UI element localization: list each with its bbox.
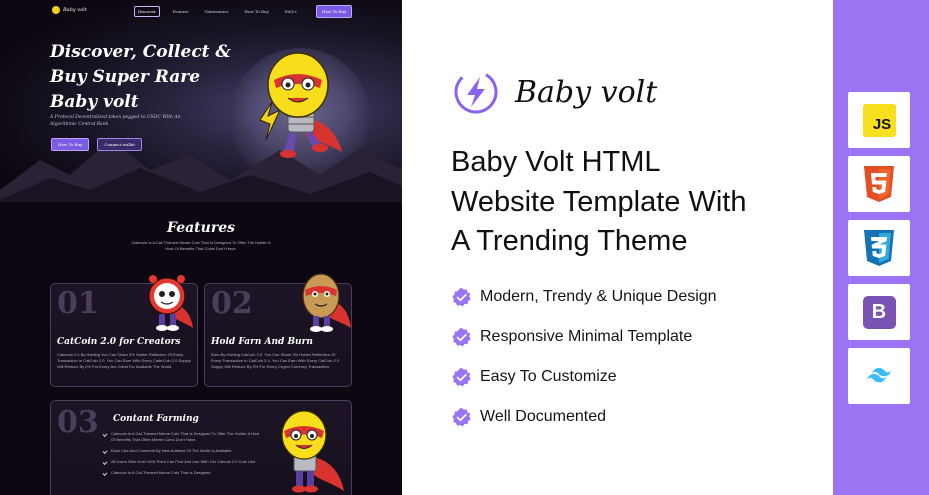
bulb-mascot-illustration [281,410,344,493]
feature-card-3: 03 Contant Farming Catecoin Is A Cat-The… [50,400,352,495]
card-title: Contant Farming [113,414,199,424]
preview-navbar: Baby volt Discover Feature Tokenomics Ho… [0,4,402,20]
features-description: Catecoin Is A Cat-Themed Meme Coin That … [131,240,271,251]
list-item: Each Like And Comment By New Address Of … [103,448,263,454]
list-item: Well Documented [451,405,717,429]
nav-link-feature[interactable]: Feature [170,7,192,16]
nav-how-to-buy-button[interactable]: How To Buy [316,5,353,18]
preview-logo-text: Baby volt [63,7,87,13]
list-item: Catecoin Is A Cat-Themed Meme Coin That … [103,431,263,443]
css3-icon [864,230,894,266]
bolt-logo-icon [454,70,498,114]
list-item: Responsive Minimal Template [451,325,717,349]
bulb-mascot-illustration [259,52,342,158]
tech-tile-tailwind [848,348,910,404]
hero-buttons: How To Buy Connect wallet [51,138,142,151]
tech-tile-css3 [848,220,910,276]
list-item: Modern, Trendy & Unique Design [451,285,717,309]
feature-label: Well Documented [480,408,606,425]
hero-title: Discover, Collect & Buy Super Rare Baby … [50,42,231,112]
bootstrap-icon: B [862,295,896,329]
template-preview: Baby volt Discover Feature Tokenomics Ho… [0,0,402,495]
list-item: Catecoin Is A Cat-Themed Meme Coin That … [103,470,263,476]
nav-link-tokenomics[interactable]: Tokenomics [202,7,232,16]
hero-subtitle: A Protocol Decentralized token pegged to… [50,115,181,127]
feature-list: Modern, Trendy & Unique Design Responsiv… [451,285,717,445]
preview-nav-links: Discover Feature Tokenomics How To Buy F… [134,6,300,17]
nav-link-discover[interactable]: Discover [134,6,160,17]
card-checklist: Catecoin Is A Cat-Themed Meme Coin That … [103,431,263,481]
tailwind-icon [867,368,891,383]
js-icon-label: JS [872,115,892,133]
check-badge-icon [452,367,471,386]
html5-icon [864,166,894,202]
brand-name: Baby volt [515,74,658,110]
potato-mascot-illustration [302,273,351,332]
tech-tile-html5 [848,156,910,212]
card-title: Hold Farn And Burn [211,337,313,347]
check-badge-icon [452,327,471,346]
feature-card-2: 02 Hold Farn And Burn Earn By Holding Ca… [204,273,352,387]
card-number: 02 [211,286,253,321]
page-title: Baby Volt HTML Website Template With A T… [451,146,747,257]
feature-label: Easy To Customize [480,368,617,385]
bootstrap-icon-label: B [871,300,887,323]
features-title: Features [167,220,235,236]
brand-header: Baby volt [453,69,657,115]
tech-tile-bootstrap: B [848,284,910,340]
tech-tile-javascript: JS [848,92,910,148]
clock-mascot-illustration [148,275,193,331]
feature-label: Responsive Minimal Template [480,328,693,345]
card-number: 01 [57,286,99,321]
feature-card-1: 01 CatCoin 2.0 for Creators Catecoin 2.0… [50,275,198,387]
nav-link-how-to-buy[interactable]: How To Buy [241,7,271,16]
bolt-logo-icon [52,6,60,14]
card-number: 03 [57,405,99,440]
js-icon: JS [862,103,896,137]
list-item: Easy To Customize [451,365,717,389]
hero-how-to-buy-button[interactable]: How To Buy [51,138,90,151]
card-text: Catecoin 2.0 By Holding You Can Share 3%… [57,352,191,369]
card-title: CatCoin 2.0 for Creators [57,337,181,347]
nav-link-faqs[interactable]: FAQ's [282,7,300,16]
list-item: All Users Who Hold 100k Point Can Post A… [103,459,263,465]
card-text: Earn By Holding CatCoin 2.0. You Can Sha… [211,352,340,369]
feature-label: Modern, Trendy & Unique Design [480,288,717,305]
check-badge-icon [452,407,471,426]
preview-logo[interactable]: Baby volt [52,6,87,14]
connect-wallet-button[interactable]: Connect wallet [97,138,142,151]
check-badge-icon [452,287,471,306]
